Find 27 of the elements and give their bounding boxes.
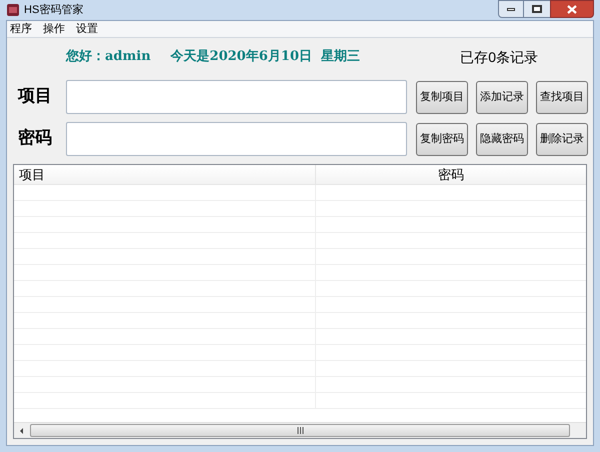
app-icon bbox=[6, 3, 20, 17]
action-button[interactable]: 添加记录 bbox=[476, 80, 528, 114]
action-button[interactable]: 查找项目 bbox=[536, 80, 588, 114]
close-button[interactable] bbox=[550, 0, 594, 18]
greeting-text: 您好：admin bbox=[66, 48, 151, 66]
input-field[interactable] bbox=[66, 122, 408, 156]
menu-item[interactable]: 操作 bbox=[43, 20, 65, 38]
action-button[interactable]: 隐藏密码 bbox=[476, 122, 528, 156]
scroll-thumb[interactable] bbox=[30, 424, 570, 437]
column-header[interactable]: 密码 bbox=[316, 165, 586, 184]
field-label: 项目 bbox=[18, 85, 53, 108]
action-button[interactable]: 复制密码 bbox=[416, 122, 468, 156]
input-field[interactable] bbox=[66, 80, 408, 114]
field-label: 密码 bbox=[18, 127, 53, 150]
record-count: 已存0条记录 bbox=[460, 48, 538, 66]
minimize-button[interactable] bbox=[498, 0, 524, 18]
horizontal-scrollbar[interactable] bbox=[14, 422, 586, 438]
column-header[interactable]: 项目 bbox=[14, 165, 316, 184]
maximize-button[interactable] bbox=[524, 0, 550, 18]
action-button[interactable]: 复制项目 bbox=[416, 80, 468, 114]
menu-item[interactable]: 程序 bbox=[10, 20, 32, 38]
date-text: 今天是2020年6月10日 星期三 bbox=[170, 48, 360, 66]
close-icon bbox=[567, 4, 577, 14]
action-button[interactable]: 删除记录 bbox=[536, 122, 588, 156]
window-title: HS密码管家 bbox=[24, 2, 84, 18]
grip-icon bbox=[296, 427, 304, 434]
menu-item[interactable]: 设置 bbox=[76, 20, 98, 38]
